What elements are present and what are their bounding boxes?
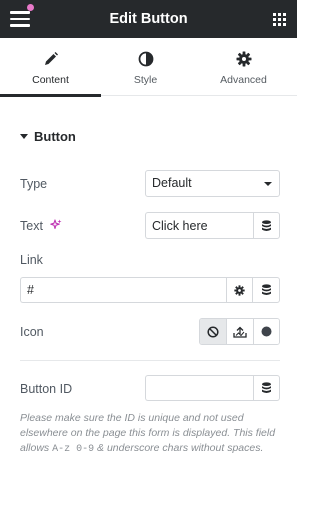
icon-choices <box>199 318 280 345</box>
divider <box>20 360 280 361</box>
none-icon <box>207 325 219 338</box>
tab-style[interactable]: Style <box>101 38 190 96</box>
button-id-dynamic-tags-button[interactable] <box>253 375 280 401</box>
database-icon <box>261 284 271 295</box>
icon-label: Icon <box>20 325 44 339</box>
notification-dot <box>27 4 34 11</box>
active-tab-indicator <box>0 94 101 97</box>
panel-tabs: Content Style Advanced <box>0 38 297 97</box>
gear-icon <box>236 51 251 67</box>
circle-icon <box>261 326 272 337</box>
section-title: Button <box>34 128 76 144</box>
upload-icon <box>233 326 247 338</box>
tab-content[interactable]: Content <box>0 38 101 97</box>
caret-down-icon <box>20 133 28 139</box>
half-circle-icon <box>138 51 153 67</box>
grid-icon[interactable] <box>273 13 286 26</box>
tab-advanced-label: Advanced <box>220 74 267 86</box>
link-label: Link <box>20 253 43 267</box>
icon-choice-circle[interactable] <box>252 319 279 344</box>
hamburger-icon[interactable] <box>10 11 30 27</box>
type-select[interactable]: Default <box>145 170 280 197</box>
tab-style-label: Style <box>133 74 158 86</box>
database-icon <box>262 382 271 393</box>
link-options-button[interactable] <box>226 277 253 303</box>
gear-icon <box>234 284 245 296</box>
text-label: Text <box>20 219 43 233</box>
button-id-help-text: Please make sure the ID is unique and no… <box>20 411 282 457</box>
tab-advanced[interactable]: Advanced <box>190 38 297 96</box>
type-select-value: Default <box>152 176 192 190</box>
tab-content-label: Content <box>32 74 69 86</box>
button-id-label: Button ID <box>20 382 73 396</box>
help-text-end: & underscore chars without spaces. <box>94 442 264 454</box>
chevron-down-icon <box>264 182 272 186</box>
text-input[interactable] <box>145 212 253 239</box>
text-dynamic-tags-button[interactable] <box>253 212 280 239</box>
icon-choice-upload[interactable] <box>226 319 253 344</box>
link-input[interactable] <box>20 277 226 303</box>
section-header-button[interactable]: Button <box>20 128 76 144</box>
help-text-code: A-z 0-9 <box>52 444 95 455</box>
pencil-icon <box>44 52 58 65</box>
sparkle-icon[interactable] <box>50 219 62 231</box>
top-bar: Edit Button <box>0 0 297 38</box>
type-label: Type <box>20 177 48 191</box>
link-dynamic-tags-button[interactable] <box>252 277 280 303</box>
panel-title: Edit Button <box>109 11 188 27</box>
button-id-input[interactable] <box>145 375 253 401</box>
icon-choice-none[interactable] <box>200 319 227 344</box>
database-icon <box>262 219 271 231</box>
